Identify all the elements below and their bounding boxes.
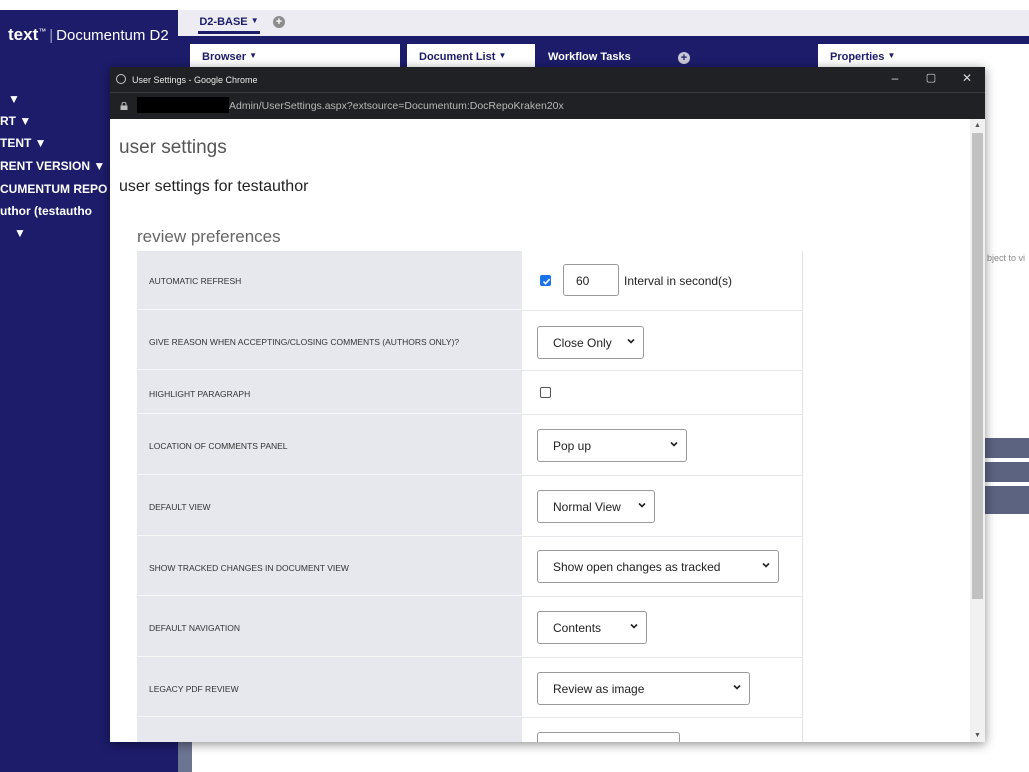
maximize-icon[interactable]: ▢: [917, 71, 945, 87]
add-workspace-icon[interactable]: +: [678, 52, 690, 64]
legacy-pdf-select[interactable]: Review as image: [537, 672, 750, 705]
settings-row-give-reason: GIVE REASON WHEN ACCEPTING/CLOSING COMME…: [137, 311, 803, 371]
page-subtitle: user settings for testauthor: [119, 178, 309, 195]
setting-label: LEGACY PDF REVIEW: [149, 684, 239, 694]
tab-properties-label: Properties: [830, 51, 885, 63]
user-settings-window: User Settings - Google Chrome – ▢ ✕ Admi…: [110, 67, 985, 742]
chevron-down-icon: [670, 441, 678, 447]
window-title: User Settings - Google Chrome: [132, 75, 258, 85]
give-reason-value: Close Only: [553, 336, 612, 350]
setting-label: SHOW TRACKED CHANGES IN DOCUMENT VIEW: [149, 563, 349, 573]
auto-refresh-checkbox[interactable]: [540, 275, 551, 286]
tab-d2-base-label: D2-BASE: [199, 16, 248, 28]
next-setting-select[interactable]: [537, 732, 680, 742]
setting-label: HIGHLIGHT PARAGRAPH: [149, 389, 251, 399]
legacy-pdf-value: Review as image: [553, 682, 645, 696]
chevron-down-icon: [733, 684, 741, 690]
address-bar[interactable]: Admin/UserSettings.aspx?extsource=Docume…: [110, 92, 985, 119]
tab-d2-base[interactable]: D2-BASE ▼: [198, 12, 260, 34]
default-view-select[interactable]: Normal View: [537, 490, 655, 523]
scrollbar-thumb[interactable]: [972, 133, 983, 599]
settings-row-tracked-changes: SHOW TRACKED CHANGES IN DOCUMENT VIEW Sh…: [137, 537, 803, 597]
properties-hint-text: bject to vi: [987, 253, 1026, 263]
chevron-down-icon: ▼: [498, 51, 507, 60]
logo-trademark: ™: [38, 27, 47, 36]
chevron-down-icon: ▼: [249, 51, 258, 60]
logo-product: Documentum D2: [56, 27, 169, 44]
tab-document-list-label: Document List: [419, 51, 496, 63]
setting-label: AUTOMATIC REFRESH: [149, 276, 242, 286]
settings-row-highlight: HIGHLIGHT PARAGRAPH: [137, 371, 803, 415]
interval-label: Interval in second(s): [624, 274, 733, 288]
comments-location-select[interactable]: Pop up: [537, 429, 687, 462]
vertical-scrollbar[interactable]: ▲ ▼: [970, 119, 985, 742]
chevron-down-icon: [630, 623, 638, 629]
settings-row-auto-refresh: AUTOMATIC REFRESH 60 Interval in second(…: [137, 251, 803, 311]
default-navigation-select[interactable]: Contents: [537, 611, 647, 644]
tab-browser-label: Browser: [202, 51, 247, 63]
window-titlebar[interactable]: User Settings - Google Chrome – ▢ ✕: [110, 67, 985, 92]
give-reason-select[interactable]: Close Only: [537, 326, 644, 359]
chevron-down-icon: [762, 562, 770, 568]
setting-label: GIVE REASON WHEN ACCEPTING/CLOSING COMME…: [149, 337, 460, 347]
section-title: review preferences: [137, 227, 281, 246]
highlight-paragraph-checkbox[interactable]: [540, 387, 551, 398]
add-tab-icon[interactable]: +: [273, 16, 285, 28]
setting-label: DEFAULT NAVIGATION: [149, 623, 240, 633]
refresh-interval-input[interactable]: 60: [563, 264, 619, 296]
tracked-changes-value: Show open changes as tracked: [553, 560, 721, 574]
setting-label: DEFAULT VIEW: [149, 502, 211, 512]
page-title: user settings: [119, 137, 227, 158]
properties-row-bar: [985, 486, 1029, 514]
settings-page: user settings user settings for testauth…: [110, 119, 970, 742]
default-view-value: Normal View: [553, 500, 621, 514]
url-text: Admin/UserSettings.aspx?extsource=Docume…: [229, 100, 564, 112]
minimize-icon[interactable]: –: [881, 71, 909, 87]
settings-row-comments-location: LOCATION OF COMMENTS PANEL Pop up: [137, 415, 803, 476]
properties-row-bar: [985, 438, 1029, 458]
scroll-up-icon[interactable]: ▲: [973, 122, 982, 129]
scroll-down-icon[interactable]: ▼: [973, 732, 982, 739]
lock-icon: [120, 102, 128, 110]
check-icon: [542, 278, 551, 285]
url-redacted-host: [137, 97, 229, 113]
default-navigation-value: Contents: [553, 621, 602, 635]
chevron-down-icon: ▼: [250, 16, 259, 25]
setting-label: LOCATION OF COMMENTS PANEL: [149, 441, 288, 451]
d2-top-bar: [178, 10, 1029, 36]
close-icon[interactable]: ✕: [953, 71, 981, 87]
logo-brand: text: [8, 25, 39, 44]
tab-workflow-tasks-label: Workflow Tasks: [548, 51, 631, 63]
settings-row-next: [137, 718, 803, 742]
chevron-down-icon: [638, 502, 646, 508]
chrome-icon: [116, 74, 126, 84]
settings-row-legacy-pdf: LEGACY PDF REVIEW Review as image: [137, 658, 803, 718]
bottom-strip: [178, 740, 192, 772]
settings-row-default-navigation: DEFAULT NAVIGATION Contents: [137, 597, 803, 658]
chevron-down-icon: [627, 338, 635, 344]
properties-row-bar: [985, 462, 1029, 482]
settings-row-default-view: DEFAULT VIEW Normal View: [137, 476, 803, 537]
app-logo: text™ | Documentum D2: [8, 25, 169, 44]
chevron-down-icon: ▼: [887, 51, 896, 60]
tracked-changes-select[interactable]: Show open changes as tracked: [537, 550, 779, 583]
comments-location-value: Pop up: [553, 439, 592, 453]
